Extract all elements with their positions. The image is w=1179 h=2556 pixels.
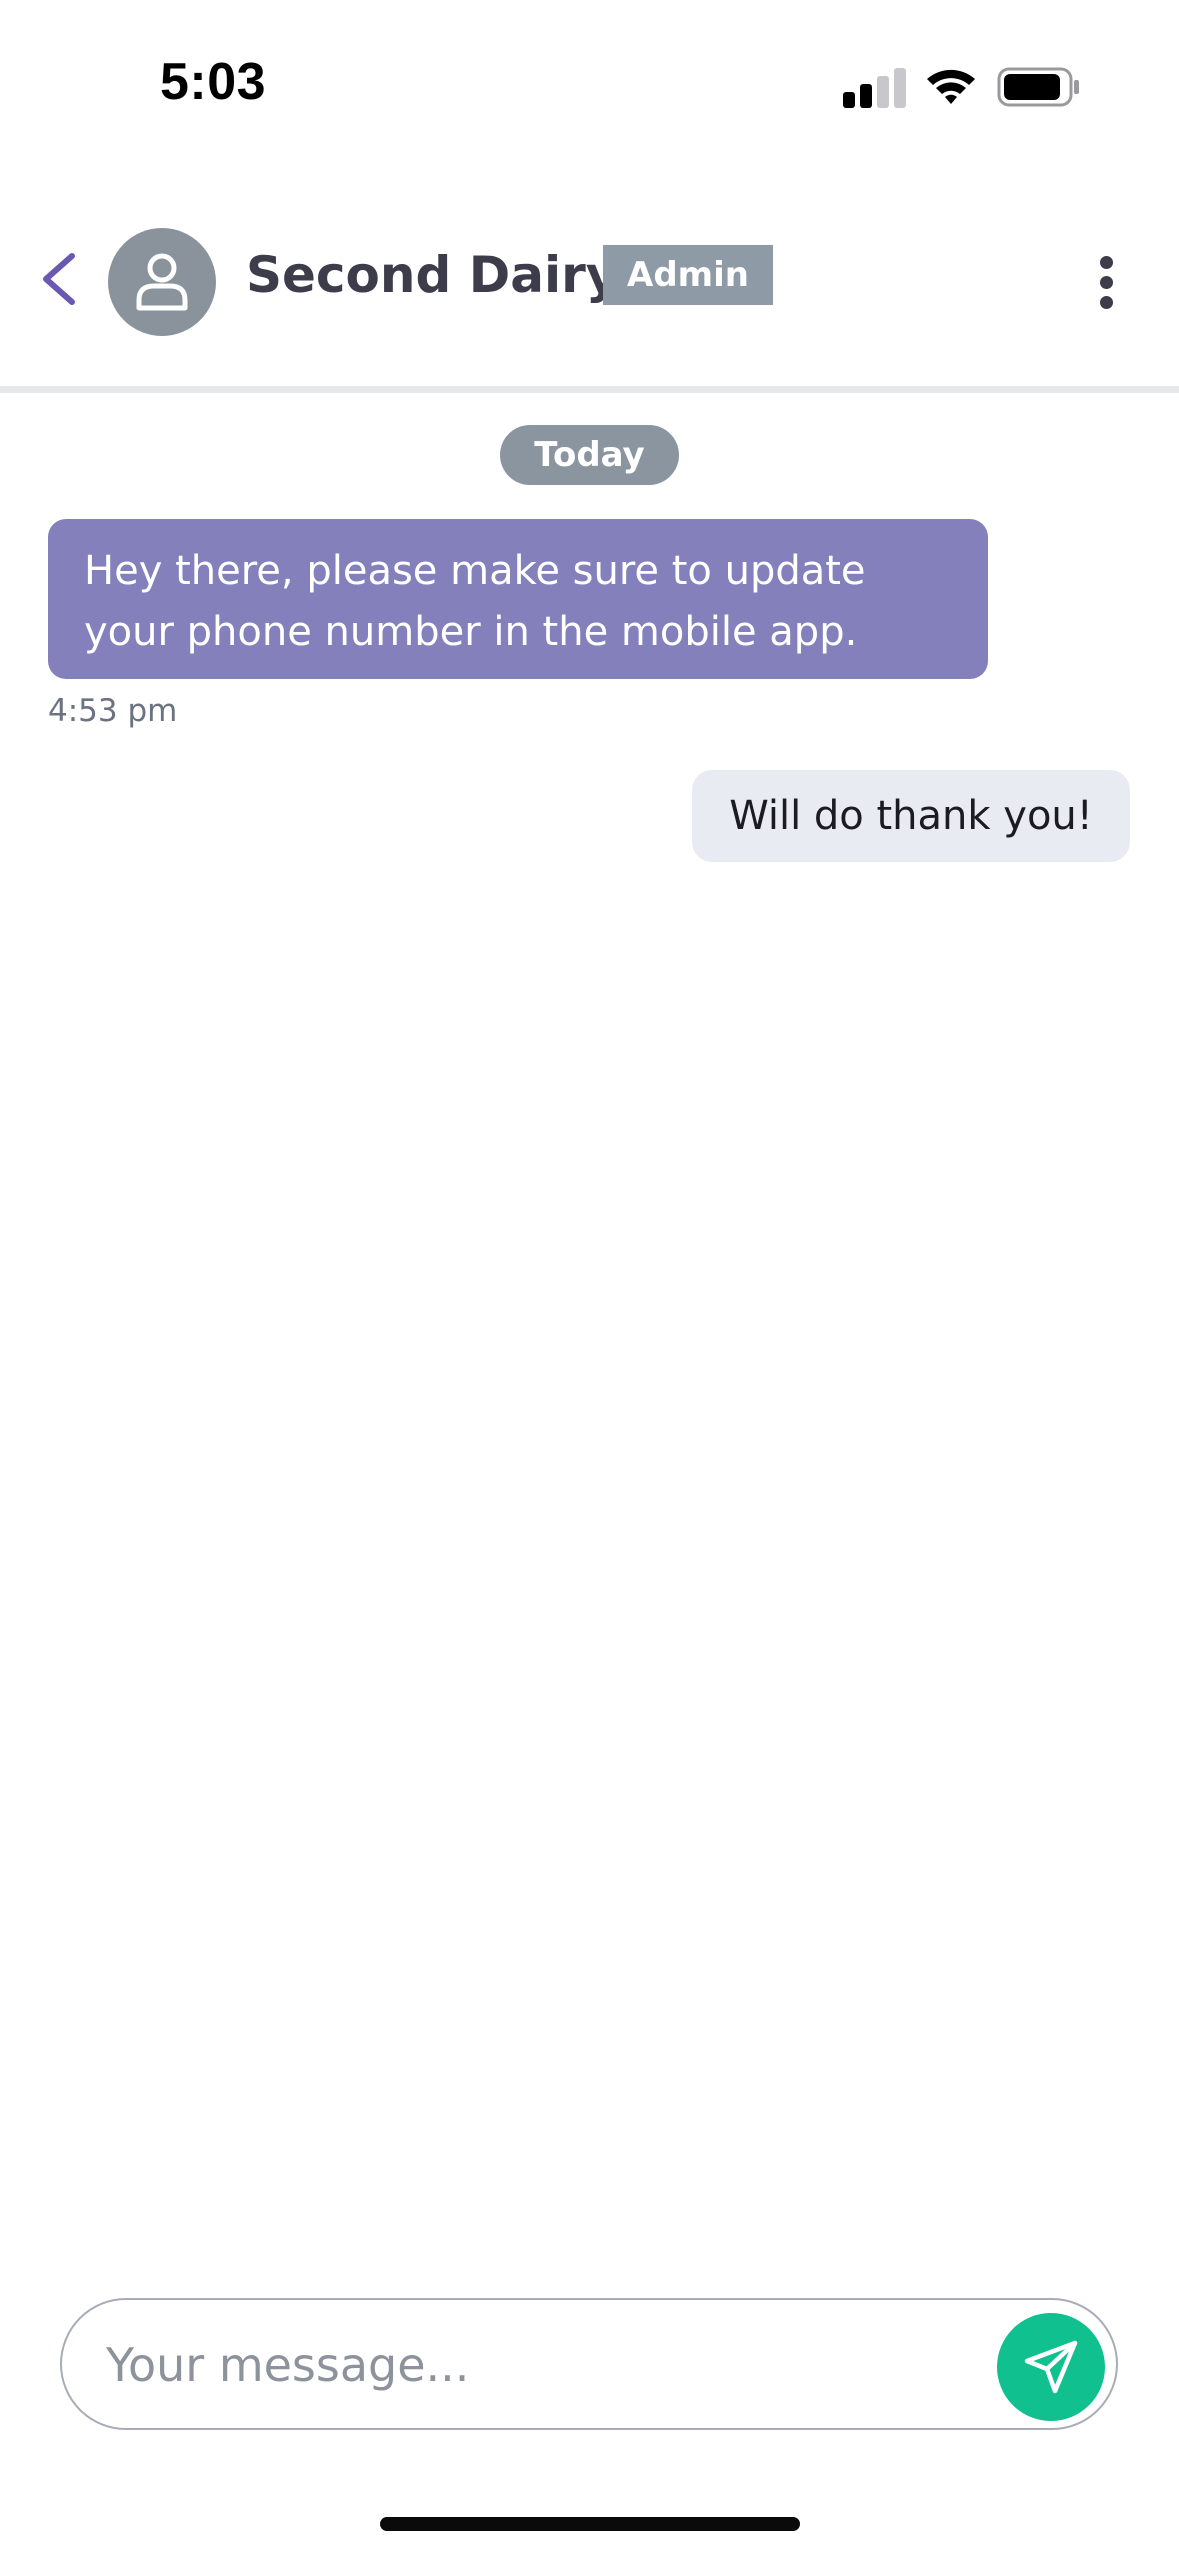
avatar[interactable]	[108, 228, 216, 336]
wifi-icon	[927, 69, 975, 104]
send-icon	[1024, 2340, 1078, 2394]
message-timestamp: 4:53 pm	[48, 693, 178, 729]
home-indicator	[380, 2517, 800, 2531]
message-input[interactable]	[104, 2320, 988, 2410]
chat-title[interactable]: Second Dairy	[246, 246, 618, 304]
status-time: 5:03	[160, 53, 267, 111]
cellular-signal-icon	[843, 66, 906, 108]
header-divider	[0, 386, 1179, 393]
more-vertical-icon[interactable]	[1096, 250, 1124, 314]
battery-icon	[997, 67, 1079, 107]
chevron-left-icon[interactable]	[38, 252, 80, 306]
user-icon	[136, 253, 188, 311]
date-divider: Today	[500, 425, 679, 485]
role-badge: Admin	[603, 245, 773, 305]
incoming-message-bubble[interactable]: Hey there, please make sure to update yo…	[48, 519, 988, 679]
send-button[interactable]	[997, 2313, 1105, 2421]
outgoing-message-bubble[interactable]: Will do thank you!	[692, 770, 1130, 862]
message-composer	[60, 2298, 1118, 2430]
